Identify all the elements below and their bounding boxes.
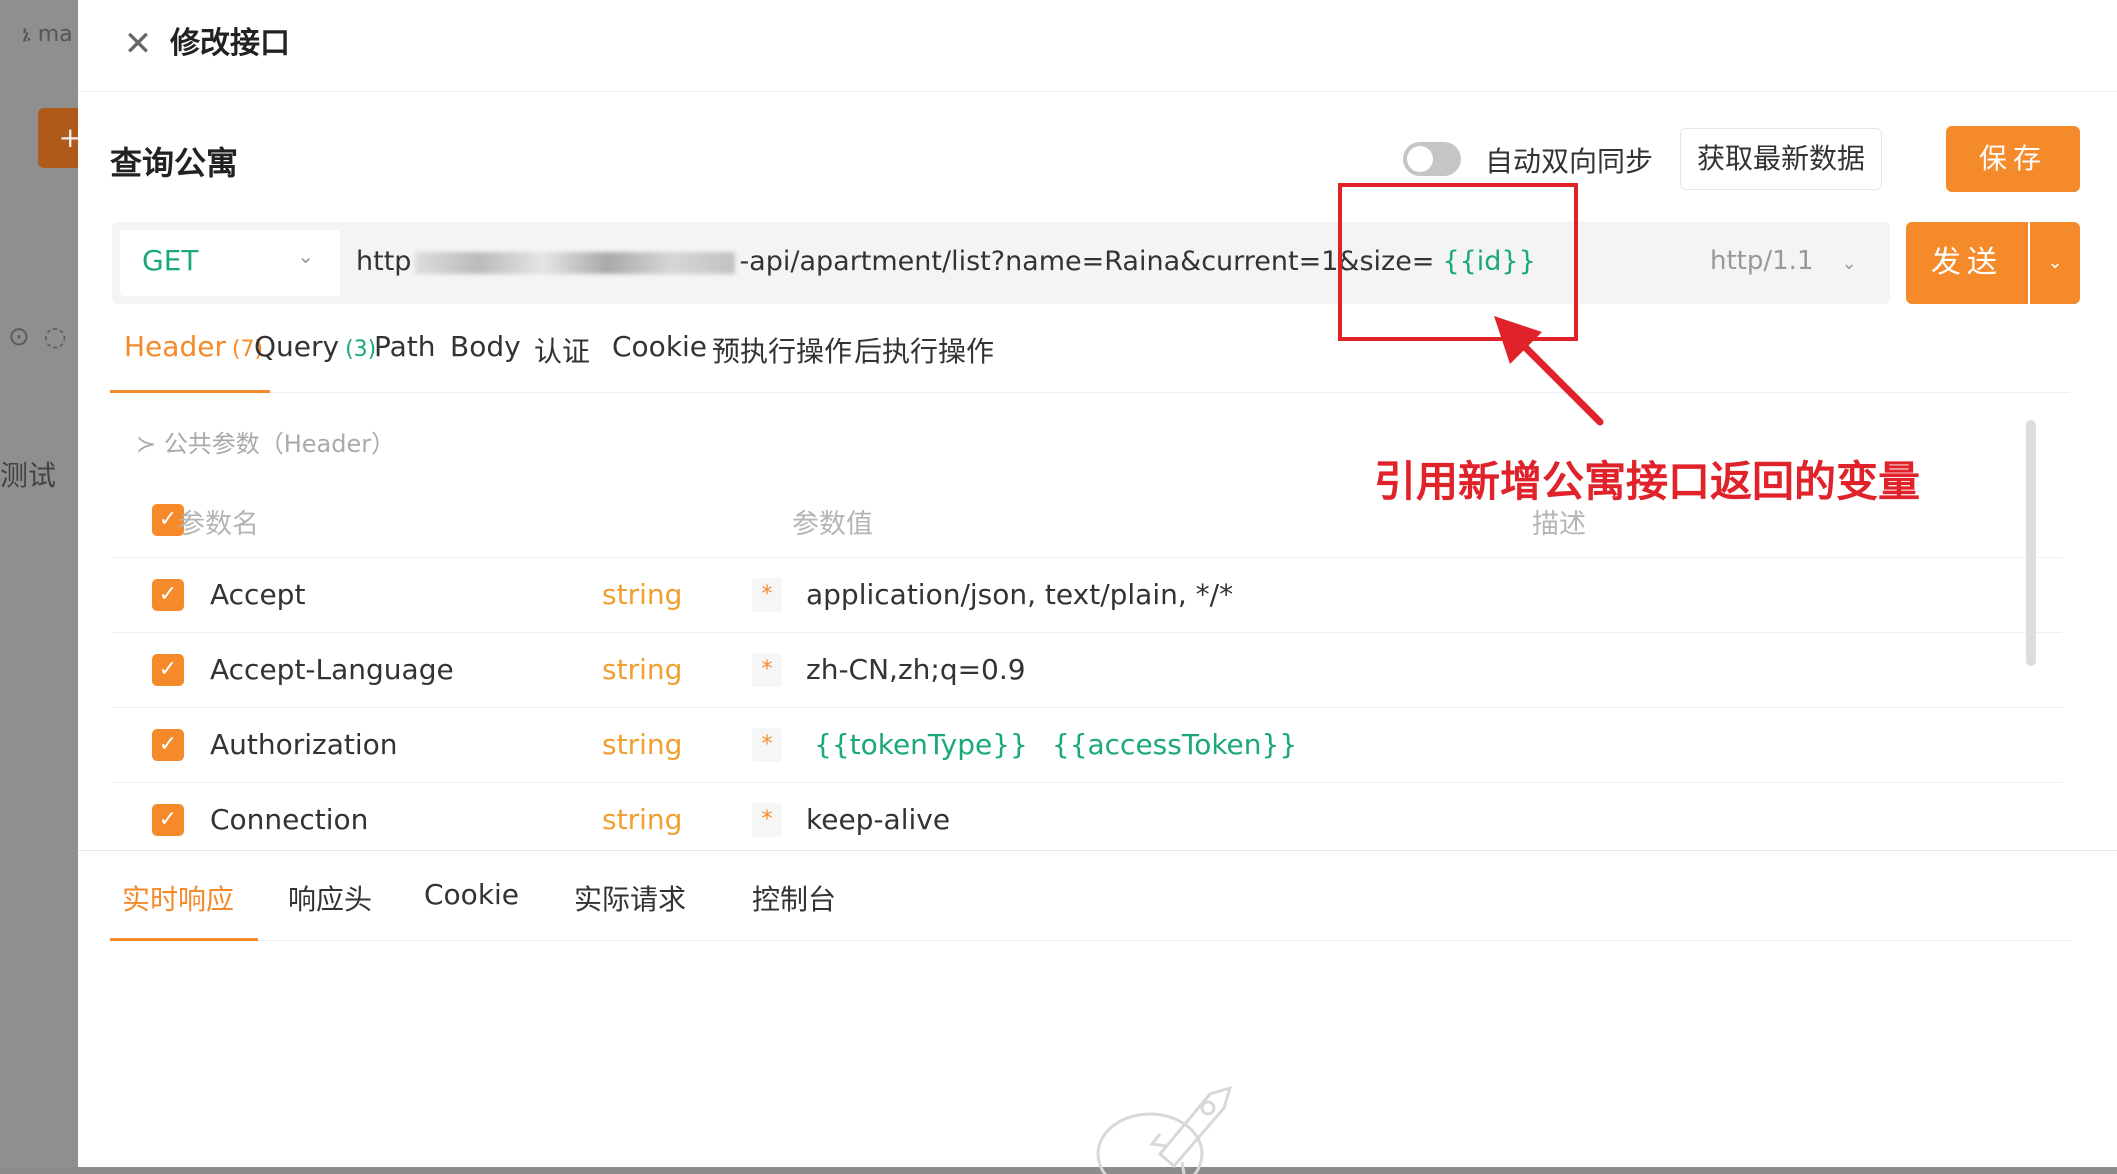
- target-icon[interactable]: ⊙: [8, 322, 44, 352]
- param-type[interactable]: string: [602, 803, 682, 836]
- header-params-table: ✓ 参数名 参数值 描述 ✓ Accept string * applicati…: [112, 482, 2062, 850]
- rocket-illustration-icon: [1096, 1085, 1233, 1174]
- annotation-arrow-icon: [1494, 316, 1604, 426]
- row-checkbox[interactable]: ✓: [152, 729, 184, 761]
- response-divider: [78, 850, 2117, 851]
- auto-sync-label: 自动双向同步: [1485, 145, 1654, 178]
- table-scrollbar[interactable]: [2026, 420, 2036, 666]
- save-button[interactable]: 保存: [1946, 126, 2080, 192]
- row-checkbox[interactable]: ✓: [152, 804, 184, 836]
- tab-pre-script[interactable]: 预执行操作: [712, 330, 852, 394]
- branch-label: ኔ ma: [22, 22, 73, 47]
- param-value[interactable]: zh-CN,zh;q=0.9: [806, 653, 1026, 686]
- tabs-divider: [110, 392, 2070, 393]
- url-bar: GET ⌄ http -api/apartment/list?name=Raina…: [112, 222, 1890, 304]
- param-type[interactable]: string: [602, 578, 682, 611]
- param-name[interactable]: Accept: [210, 578, 305, 611]
- chevron-down-icon: ⌄: [2047, 252, 2063, 273]
- param-value[interactable]: {{tokenType}} {{accessToken}}: [814, 728, 1321, 761]
- background-test-label: 测试: [0, 459, 57, 492]
- required-marker[interactable]: *: [752, 653, 782, 687]
- table-row: ✓ Authorization string * {{tokenType}}{{…: [112, 708, 2062, 783]
- param-value[interactable]: application/json, text/plain, */*: [806, 578, 1233, 611]
- method-select[interactable]: GET ⌄: [120, 230, 340, 296]
- background-icons: ⊙◌: [8, 322, 80, 352]
- tab-actual-request[interactable]: 实际请求: [574, 878, 686, 918]
- chevron-down-icon: ⌄: [1841, 253, 1857, 274]
- send-button[interactable]: 发送: [1906, 222, 2028, 304]
- background-app: ኔ ma + ⊙◌ 测试: [0, 0, 90, 1167]
- drawer-header: ✕ 修改接口: [78, 0, 2117, 92]
- required-marker[interactable]: *: [752, 803, 782, 837]
- header-param-name: 参数名: [178, 509, 259, 540]
- param-name[interactable]: Accept-Language: [210, 653, 454, 686]
- tab-query[interactable]: Query (3): [254, 330, 376, 394]
- edit-api-drawer: ✕ 修改接口 查询公寓 自动双向同步 获取最新数据 保存 GET ⌄ http -…: [78, 0, 2117, 1174]
- tab-realtime-response[interactable]: 实时响应: [122, 878, 234, 918]
- table-row: ✓ Accept string * application/json, text…: [112, 558, 2062, 633]
- tab-cookie[interactable]: Cookie: [612, 330, 707, 394]
- active-tab-indicator: [110, 390, 270, 393]
- http-version-select[interactable]: http/1.1 ⌄: [1710, 246, 1857, 276]
- redacted-host: [415, 251, 736, 274]
- common-params-toggle[interactable]: ≻ 公共参数（Header）: [136, 424, 395, 459]
- param-value[interactable]: keep-alive: [806, 803, 950, 836]
- param-name[interactable]: Authorization: [210, 728, 398, 761]
- variable-token: {{tokenType}}: [814, 728, 1028, 761]
- method-value: GET: [142, 244, 199, 277]
- drawer-title: 修改接口: [170, 26, 290, 61]
- http-version-value: http/1.1: [1710, 246, 1814, 276]
- fetch-latest-button[interactable]: 获取最新数据: [1680, 128, 1882, 190]
- required-marker[interactable]: *: [752, 578, 782, 612]
- tab-header[interactable]: Header (7): [124, 330, 263, 394]
- response-tabs-divider: [110, 940, 2070, 941]
- refresh-icon[interactable]: ◌: [44, 322, 81, 352]
- tab-post-script[interactable]: 后执行操作: [854, 330, 994, 394]
- url-path: -api/apartment/list?name=Raina&current=1…: [739, 246, 1435, 277]
- required-marker[interactable]: *: [752, 728, 782, 762]
- tab-response-cookie[interactable]: Cookie: [424, 878, 519, 911]
- close-icon[interactable]: ✕: [118, 24, 158, 64]
- table-row: ✓ Accept-Language string * zh-CN,zh;q=0.…: [112, 633, 2062, 708]
- row-checkbox[interactable]: ✓: [152, 654, 184, 686]
- header-param-value: 参数值: [792, 509, 873, 540]
- variable-token: {{accessToken}}: [1051, 728, 1298, 761]
- active-response-tab-indicator: [110, 938, 258, 941]
- param-type[interactable]: string: [602, 653, 682, 686]
- annotation-text: 引用新增公寓接口返回的变量: [1374, 457, 1921, 506]
- chevron-down-icon: ⌄: [297, 244, 314, 268]
- param-name[interactable]: Connection: [210, 803, 368, 836]
- toggle-knob: [1407, 146, 1433, 172]
- collapse-icon: ≻: [136, 430, 164, 458]
- send-options-button[interactable]: ⌄: [2030, 222, 2080, 304]
- url-prefix: http: [356, 246, 412, 277]
- api-name: 查询公寓: [110, 144, 239, 182]
- auto-sync-toggle[interactable]: [1403, 142, 1461, 176]
- tab-body[interactable]: Body: [450, 330, 521, 394]
- table-row: ✓ Connection string * keep-alive: [112, 783, 2062, 850]
- tab-path[interactable]: Path: [374, 330, 436, 394]
- tab-response-headers[interactable]: 响应头: [288, 878, 372, 918]
- param-type[interactable]: string: [602, 728, 682, 761]
- row-checkbox[interactable]: ✓: [152, 579, 184, 611]
- tab-console[interactable]: 控制台: [752, 878, 836, 918]
- tab-auth[interactable]: 认证: [534, 330, 590, 394]
